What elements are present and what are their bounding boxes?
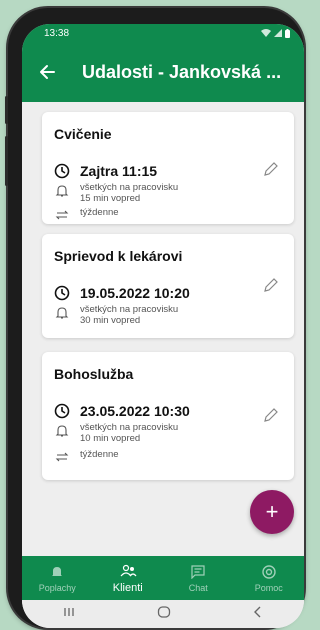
pencil-icon xyxy=(264,162,278,176)
event-title: Cvičenie xyxy=(54,126,112,142)
status-bar: 13:38 xyxy=(22,24,304,42)
event-title: Sprievod k lekárovi xyxy=(54,248,183,264)
event-audience: všetkých na pracovisku xyxy=(80,304,179,315)
event-when: 23.05.2022 10:30 xyxy=(80,403,190,419)
event-reminder-row: všetkých na pracovisku 10 min vopred xyxy=(52,422,178,444)
events-list: Cvičenie Zajtra 11:15 všetkých na pracov… xyxy=(22,102,304,556)
nav-label: Chat xyxy=(188,582,208,593)
event-time-row: Zajtra 11:15 xyxy=(52,162,157,180)
event-when: Zajtra 11:15 xyxy=(80,163,158,179)
event-time-row: 19.05.2022 10:20 xyxy=(52,284,190,302)
edit-button[interactable] xyxy=(262,160,280,178)
event-repeat-row: týždenne xyxy=(52,206,119,224)
plus-icon: + xyxy=(265,499,279,524)
event-reminder: 15 min vopred xyxy=(80,193,141,204)
signal-icon xyxy=(274,29,282,37)
chevron-left-icon xyxy=(254,606,261,618)
repeat-icon xyxy=(52,448,72,466)
event-time-row: 23.05.2022 10:30 xyxy=(52,402,190,420)
event-when: 19.05.2022 10:20 xyxy=(80,285,190,301)
page-title: Udalosti - Jankovská ... xyxy=(82,61,282,82)
app-bar: Udalosti - Jankovská ... xyxy=(22,42,304,102)
bottom-nav: Poplachy Klienti Chat Pomoc xyxy=(22,556,304,600)
pencil-icon xyxy=(264,278,278,292)
bell-icon xyxy=(52,304,72,322)
bell-icon xyxy=(52,422,72,440)
add-event-button[interactable]: + xyxy=(250,490,294,534)
system-back-button[interactable] xyxy=(253,605,263,623)
phone-volume-button xyxy=(5,136,8,186)
home-button[interactable] xyxy=(157,605,171,623)
event-reminder: 30 min vopred xyxy=(80,315,141,326)
nav-item-poplachy[interactable]: Poplachy xyxy=(22,556,93,600)
event-card[interactable]: Bohoslužba 23.05.2022 10:30 všetkých na … xyxy=(42,352,294,480)
battery-icon xyxy=(285,28,290,38)
bell-icon xyxy=(52,182,72,200)
repeat-icon xyxy=(52,206,72,224)
chat-icon xyxy=(191,564,205,580)
system-nav-bar xyxy=(22,600,304,628)
arrow-left-icon xyxy=(40,65,55,79)
nav-label: Poplachy xyxy=(38,582,76,593)
edit-button[interactable] xyxy=(262,406,280,424)
event-repeat: týždenne xyxy=(80,449,119,460)
event-audience: všetkých na pracovisku xyxy=(80,422,179,433)
edit-button[interactable] xyxy=(262,276,280,294)
back-button[interactable] xyxy=(32,57,62,87)
nav-label: Pomoc xyxy=(254,582,283,593)
event-reminder: 10 min vopred xyxy=(80,433,141,444)
screen: 13:38 Udalosti - Jankovská ... Cvičenie xyxy=(22,24,304,628)
nav-label: Klienti xyxy=(112,581,143,594)
event-reminder-row: všetkých na pracovisku 15 min vopred xyxy=(52,182,178,204)
recent-apps-button[interactable] xyxy=(63,605,75,623)
lifebuoy-icon xyxy=(262,564,276,580)
recent-apps-icon xyxy=(64,608,74,616)
event-audience: všetkých na pracovisku xyxy=(80,182,179,193)
home-icon xyxy=(157,606,171,618)
event-card[interactable]: Sprievod k lekárovi 19.05.2022 10:20 vše… xyxy=(42,234,294,338)
clock-icon xyxy=(52,162,72,180)
phone-side-button xyxy=(5,96,8,124)
nav-item-pomoc[interactable]: Pomoc xyxy=(234,556,305,600)
event-reminder-row: všetkých na pracovisku 30 min vopred xyxy=(52,304,178,326)
nav-item-chat[interactable]: Chat xyxy=(163,556,234,600)
event-title: Bohoslužba xyxy=(54,366,134,382)
pencil-icon xyxy=(264,408,278,422)
event-repeat: týždenne xyxy=(80,207,119,218)
phone-frame: 13:38 Udalosti - Jankovská ... Cvičenie xyxy=(5,8,304,628)
nav-item-klienti[interactable]: Klienti xyxy=(93,556,164,600)
status-icons xyxy=(261,28,290,38)
event-repeat-row: týždenne xyxy=(52,448,119,466)
event-card[interactable]: Cvičenie Zajtra 11:15 všetkých na pracov… xyxy=(42,112,294,224)
wifi-icon xyxy=(261,29,271,37)
clock-icon xyxy=(52,284,72,302)
clock-icon xyxy=(52,402,72,420)
bell-icon xyxy=(51,564,63,580)
status-time: 13:38 xyxy=(44,27,70,39)
people-icon xyxy=(119,563,137,579)
